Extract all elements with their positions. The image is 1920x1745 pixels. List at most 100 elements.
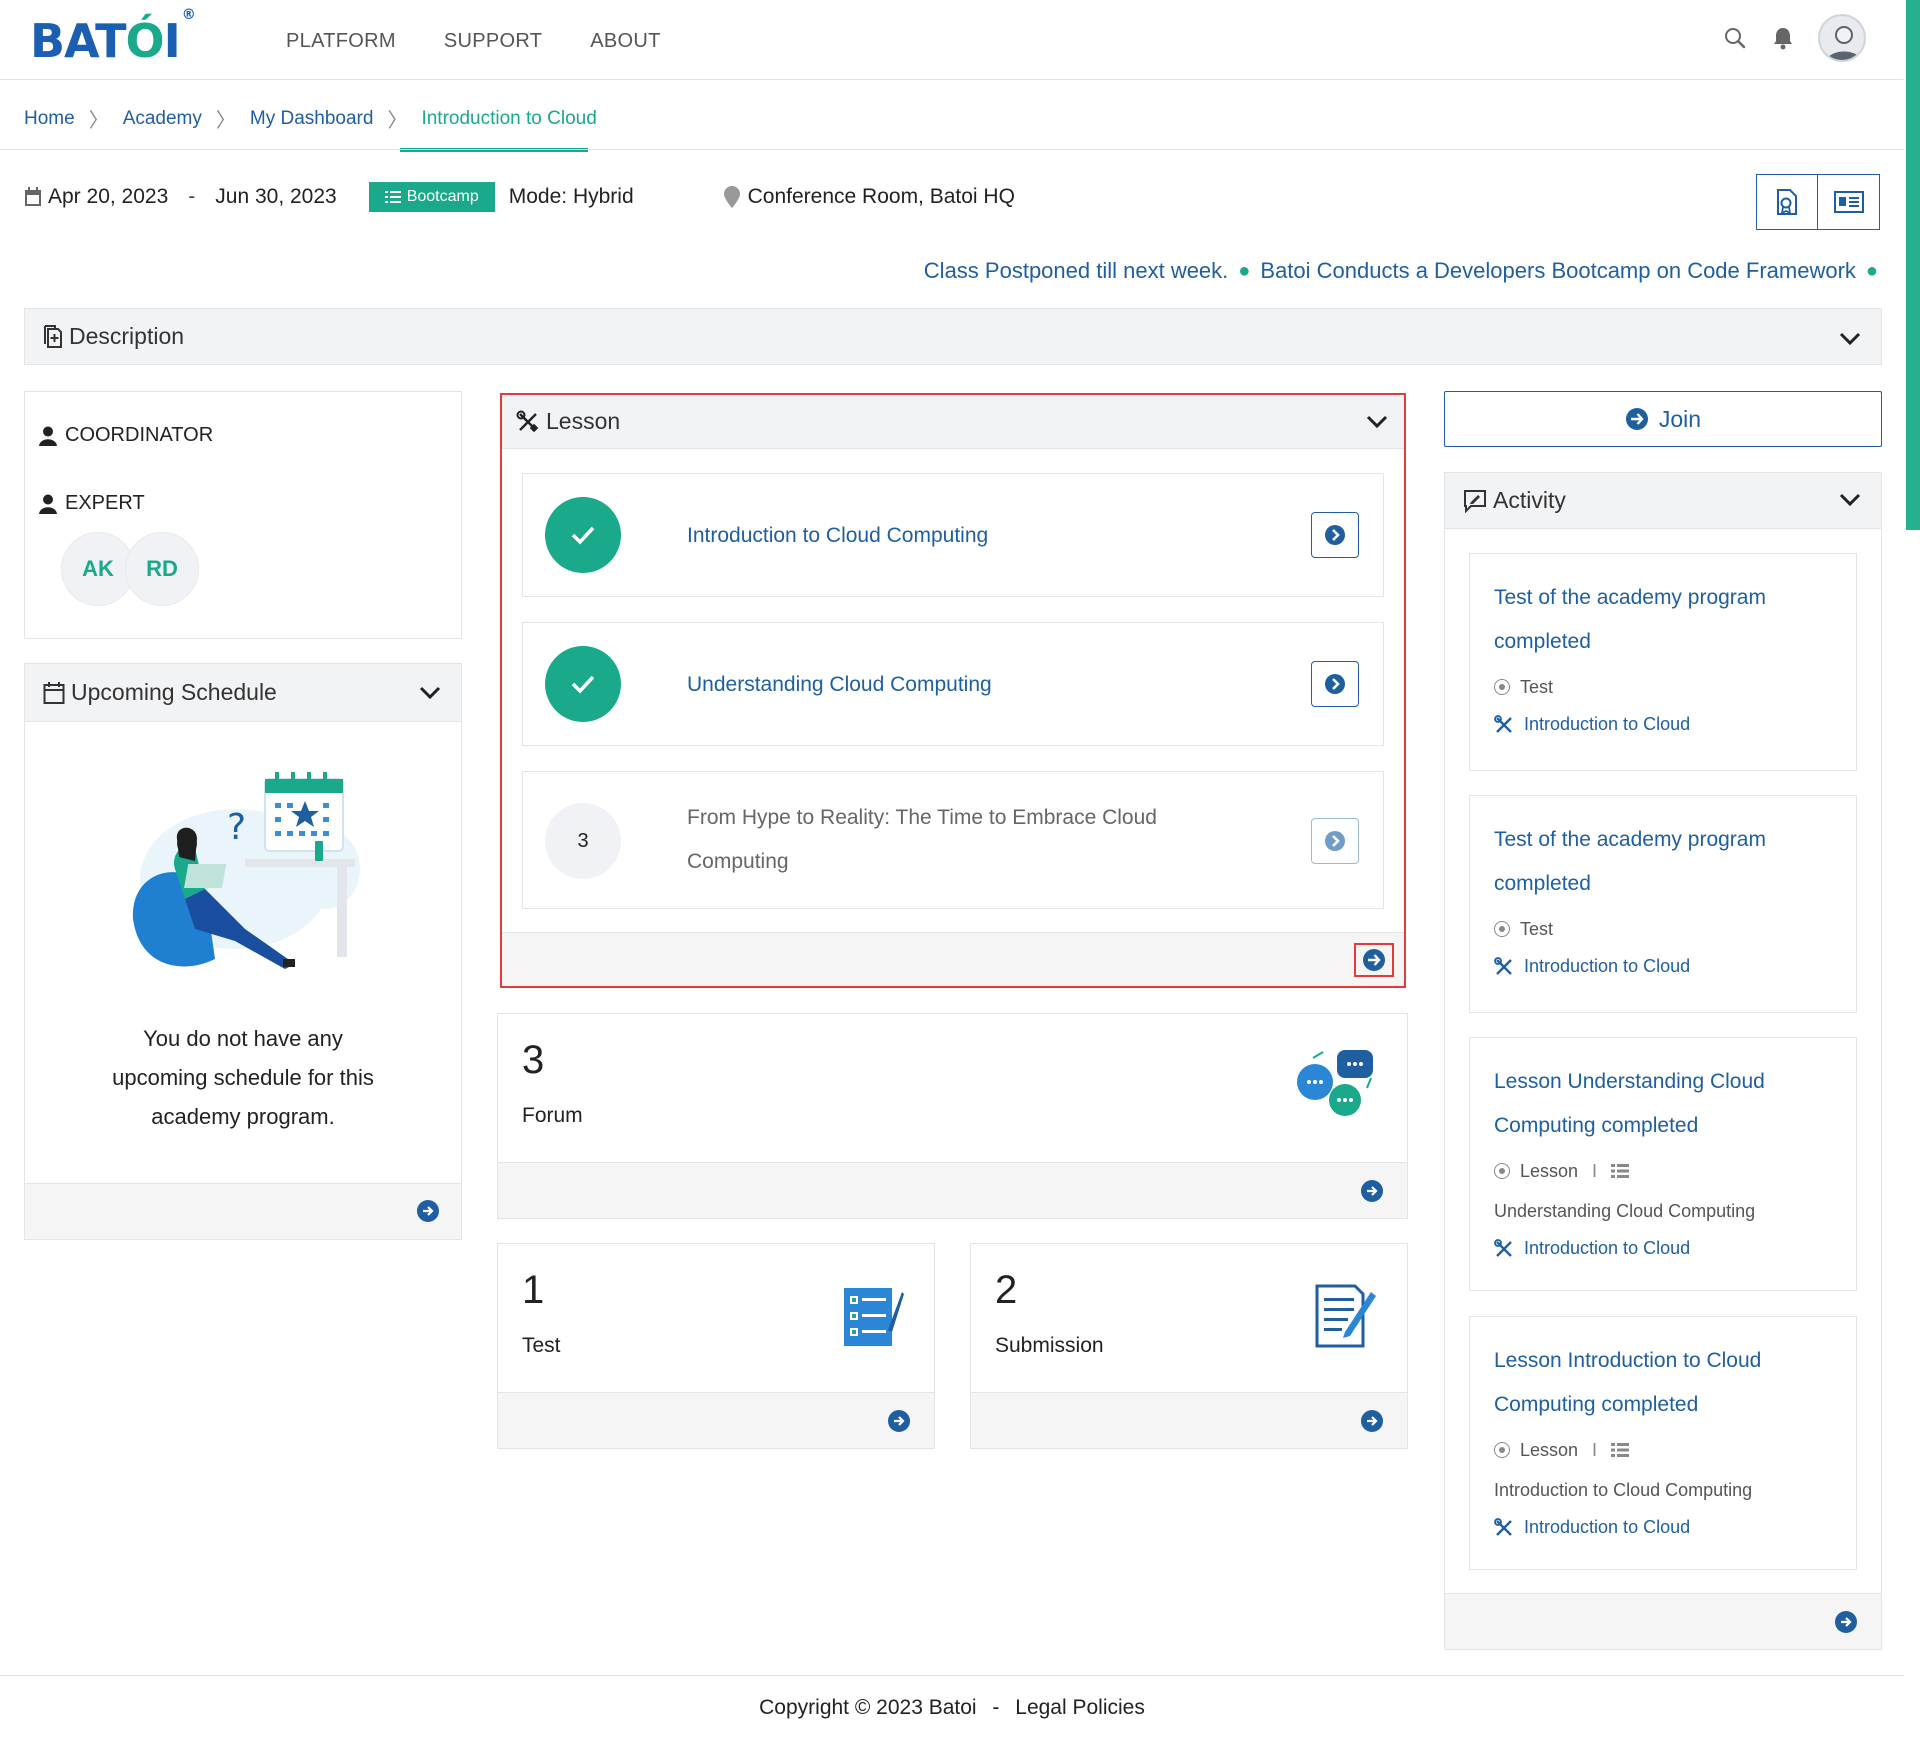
- forum-count: 3: [522, 1038, 545, 1082]
- activity-item[interactable]: Lesson Understanding Cloud Computing com…: [1469, 1037, 1857, 1291]
- test-card[interactable]: 1 Test: [497, 1243, 935, 1449]
- chat-edit-icon: [1463, 489, 1487, 513]
- chevron-down-icon[interactable]: [1366, 415, 1388, 429]
- arrow-right-circle-icon[interactable]: [1835, 1611, 1857, 1633]
- lesson-item-title[interactable]: From Hype to Reality: The Time to Embrac…: [687, 796, 1187, 884]
- lesson-item[interactable]: Introduction to Cloud Computing: [522, 473, 1384, 597]
- course-action-buttons: [1756, 174, 1880, 230]
- chevron-right-icon: 〉: [215, 110, 236, 132]
- test-footer: [498, 1392, 934, 1448]
- activity-footer: [1445, 1593, 1881, 1649]
- date-separator: -: [188, 185, 196, 208]
- expert-label: EXPERT: [65, 492, 145, 514]
- activity-header[interactable]: Activity: [1445, 473, 1881, 529]
- forum-card[interactable]: 3 Forum: [497, 1013, 1408, 1219]
- schedule-header[interactable]: Upcoming Schedule: [25, 664, 461, 722]
- user-icon: [39, 494, 57, 514]
- chevron-down-icon[interactable]: [1839, 325, 1861, 352]
- lesson-card: Lesson Introduction to Cloud Computing U…: [500, 393, 1406, 988]
- page-scrollbar[interactable]: [1904, 0, 1920, 1745]
- activity-item[interactable]: Lesson Introduction to Cloud Computing c…: [1469, 1316, 1857, 1570]
- lesson-item[interactable]: Understanding Cloud Computing: [522, 622, 1384, 746]
- join-label: Join: [1658, 405, 1702, 432]
- open-lesson-button[interactable]: [1311, 512, 1359, 558]
- activity-course-link[interactable]: Introduction to Cloud: [1524, 1238, 1690, 1259]
- activity-item-title[interactable]: Lesson Understanding Cloud Computing com…: [1494, 1060, 1832, 1148]
- test-label: Test: [522, 1334, 561, 1357]
- nav-platform[interactable]: PLATFORM: [286, 30, 396, 53]
- scrollbar-thumb[interactable]: [1906, 0, 1920, 530]
- tools-icon: [1494, 1517, 1514, 1538]
- lesson-item-title[interactable]: Understanding Cloud Computing: [687, 663, 992, 707]
- activity-course-link[interactable]: Introduction to Cloud: [1524, 714, 1690, 735]
- badge-label: Bootcamp: [406, 188, 479, 205]
- breadcrumb-home[interactable]: Home: [24, 108, 75, 130]
- arrow-right-circle-icon[interactable]: [888, 1410, 910, 1432]
- people-card: COORDINATOR EXPERT AK RD: [24, 391, 462, 639]
- chevron-down-icon[interactable]: [1839, 493, 1861, 507]
- arrow-right-circle-icon[interactable]: [1361, 1180, 1383, 1202]
- announcement-item[interactable]: Batoi Conducts a Developers Bootcamp on …: [1260, 258, 1856, 284]
- user-avatar[interactable]: [1818, 14, 1866, 62]
- tools-icon: [1494, 1238, 1514, 1259]
- batoi-logo[interactable]: BATÓI ®: [30, 7, 196, 68]
- empty-schedule-illustration: ?: [125, 769, 365, 994]
- breadcrumb-academy[interactable]: Academy: [123, 108, 202, 130]
- certificate-button[interactable]: [1756, 174, 1818, 230]
- radio-dot-icon: [1494, 921, 1510, 937]
- footer-separator: -: [992, 1696, 1000, 1719]
- view-all-lessons-button[interactable]: [1354, 943, 1394, 977]
- join-button[interactable]: Join: [1444, 391, 1882, 447]
- nav-support[interactable]: SUPPORT: [444, 30, 542, 53]
- legal-policies-link[interactable]: Legal Policies: [1015, 1696, 1145, 1719]
- activity-item-title[interactable]: Test of the academy program completed: [1494, 818, 1832, 906]
- top-navbar: BATÓI ® PLATFORM SUPPORT ABOUT: [0, 0, 1904, 80]
- activity-item[interactable]: Test of the academy program completed Te…: [1469, 553, 1857, 771]
- breadcrumb-dashboard[interactable]: My Dashboard: [250, 108, 374, 130]
- radio-dot-icon: [1494, 679, 1510, 695]
- activity-item-name: Understanding Cloud Computing: [1494, 1201, 1756, 1221]
- check-circle-icon: [545, 497, 621, 573]
- chevron-right-icon: 〉: [387, 110, 408, 132]
- activity-course-link[interactable]: Introduction to Cloud: [1524, 956, 1690, 977]
- activity-course-link[interactable]: Introduction to Cloud: [1524, 1517, 1690, 1538]
- avatar[interactable]: AK: [61, 532, 135, 606]
- tools-icon: [516, 410, 540, 434]
- copyright-text: Copyright © 2023 Batoi: [759, 1696, 977, 1719]
- activity-type: Lesson: [1520, 1440, 1579, 1460]
- announcement-item[interactable]: Class Postponed till next week.: [924, 258, 1229, 284]
- description-accordion[interactable]: Description: [24, 308, 1882, 365]
- map-pin-icon: [723, 186, 740, 208]
- lesson-header[interactable]: Lesson: [502, 395, 1404, 449]
- list-icon: [1611, 1442, 1630, 1458]
- activity-item-title[interactable]: Lesson Introduction to Cloud Computing c…: [1494, 1339, 1832, 1427]
- arrow-right-circle-icon: [1362, 948, 1386, 972]
- meta-separator: I: [1592, 1440, 1598, 1460]
- description-icon: [43, 324, 63, 349]
- open-lesson-button[interactable]: [1311, 818, 1359, 864]
- calendar-icon: [43, 681, 65, 705]
- bell-icon[interactable]: [1770, 25, 1796, 51]
- nav-about[interactable]: ABOUT: [590, 30, 660, 53]
- header-tools: [1722, 14, 1866, 62]
- lesson-item-title[interactable]: Introduction to Cloud Computing: [687, 514, 988, 558]
- forum-footer: [498, 1162, 1407, 1218]
- user-icon: [39, 426, 57, 446]
- activity-item-title[interactable]: Test of the academy program completed: [1494, 576, 1832, 664]
- checklist-icon: [842, 1286, 904, 1353]
- id-card-button[interactable]: [1818, 174, 1880, 230]
- schedule-footer: [25, 1183, 461, 1239]
- activity-item-name: Introduction to Cloud Computing: [1494, 1480, 1753, 1500]
- lesson-item[interactable]: 3 From Hype to Reality: The Time to Embr…: [522, 771, 1384, 909]
- end-date: Jun 30, 2023: [215, 185, 337, 208]
- chevron-down-icon[interactable]: [419, 686, 441, 700]
- activity-item[interactable]: Test of the academy program completed Te…: [1469, 795, 1857, 1013]
- avatar[interactable]: RD: [125, 532, 199, 606]
- open-lesson-button[interactable]: [1311, 661, 1359, 707]
- submission-card[interactable]: 2 Submission: [970, 1243, 1408, 1449]
- arrow-right-circle-icon[interactable]: [1361, 1410, 1383, 1432]
- search-icon[interactable]: [1722, 25, 1748, 51]
- expert-avatars: AK RD: [61, 532, 199, 606]
- arrow-right-circle-icon[interactable]: [417, 1200, 439, 1222]
- forum-label: Forum: [522, 1104, 583, 1127]
